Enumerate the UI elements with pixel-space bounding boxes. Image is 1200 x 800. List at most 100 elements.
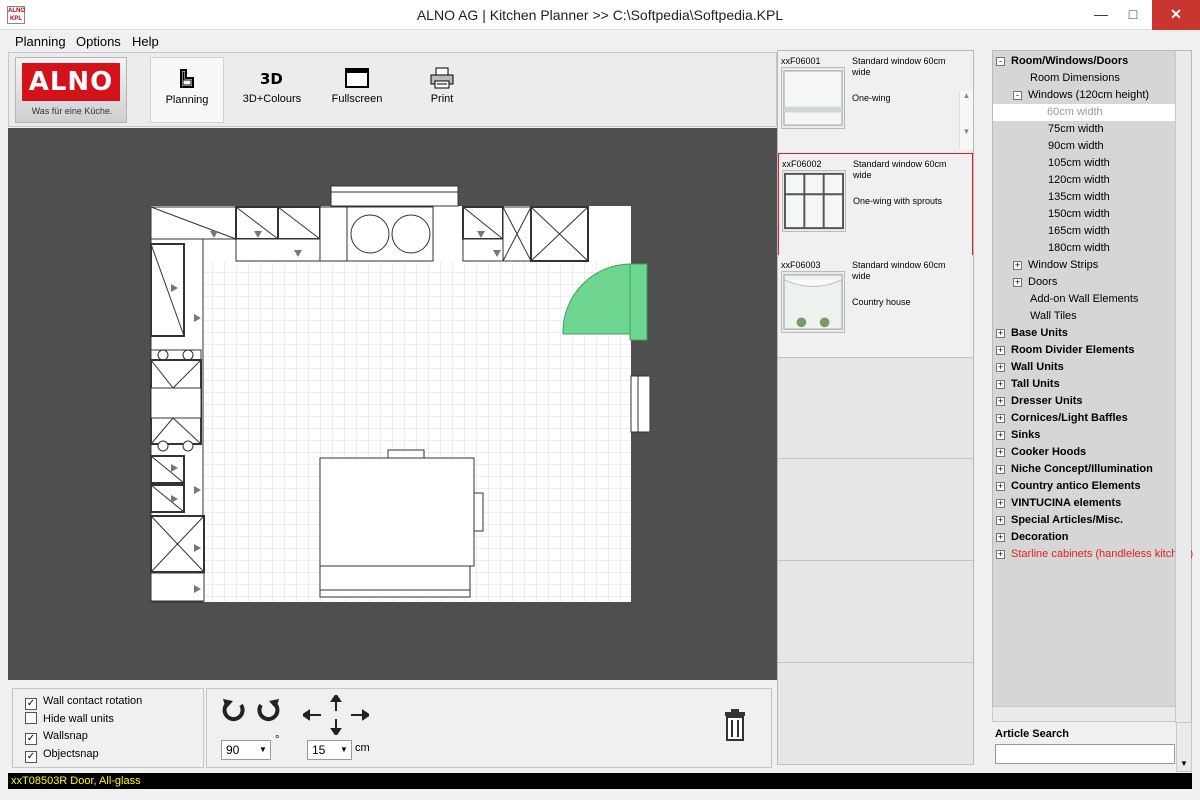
tree-item[interactable]: 165cm width bbox=[1031, 223, 1110, 240]
right-window[interactable] bbox=[630, 375, 651, 433]
expand-icon[interactable]: + bbox=[996, 329, 1005, 338]
collapse-icon[interactable]: - bbox=[996, 57, 1005, 66]
tree-item[interactable]: Add-on Wall Elements bbox=[1013, 291, 1138, 308]
tree-item[interactable]: 150cm width bbox=[1031, 206, 1110, 223]
close-button[interactable]: ✕ bbox=[1152, 0, 1200, 30]
tree-item[interactable]: + Country antico Elements bbox=[996, 478, 1141, 495]
checkbox-box[interactable]: ✓ bbox=[25, 733, 37, 745]
tree-item[interactable]: + Tall Units bbox=[996, 376, 1060, 393]
print-label: Print bbox=[430, 93, 454, 105]
tree-item-label: 180cm width bbox=[1048, 242, 1110, 254]
expand-icon[interactable]: + bbox=[996, 380, 1005, 389]
expand-icon[interactable]: + bbox=[996, 482, 1005, 491]
expand-icon[interactable]: + bbox=[1013, 278, 1022, 287]
3d-colours-button[interactable]: 3D 3D+Colours bbox=[235, 57, 309, 123]
expand-icon[interactable]: + bbox=[1013, 261, 1022, 270]
article-item[interactable]: xxF06003 Standard window 60cm wide Count… bbox=[778, 255, 973, 358]
tree-item[interactable]: + Room Divider Elements bbox=[996, 342, 1134, 359]
tree-item[interactable]: + Window Strips bbox=[1013, 257, 1098, 274]
expand-icon[interactable]: + bbox=[996, 448, 1005, 457]
wallsnap-checkbox[interactable]: ✓ Wallsnap bbox=[25, 729, 88, 745]
tree-item[interactable]: + Base Units bbox=[996, 325, 1068, 342]
tree-item[interactable]: + Wall Units bbox=[996, 359, 1064, 376]
hide-wall-units-checkbox[interactable]: Hide wall units bbox=[25, 712, 114, 728]
expand-icon[interactable]: + bbox=[996, 465, 1005, 474]
menu-help[interactable]: Help bbox=[132, 34, 159, 49]
tree-item[interactable]: 75cm width bbox=[1031, 121, 1104, 138]
planning-canvas[interactable] bbox=[8, 128, 777, 680]
maximize-button[interactable]: □ bbox=[1116, 0, 1150, 30]
kitchen-island[interactable] bbox=[319, 449, 484, 598]
article-list[interactable]: xxF06001 Standard window 60cm wide One-w… bbox=[777, 50, 974, 765]
tree-item-label: Base Units bbox=[1011, 327, 1068, 339]
expand-icon[interactable]: + bbox=[996, 431, 1005, 440]
top-window[interactable] bbox=[330, 185, 459, 207]
right-scrollbar[interactable]: ▼ bbox=[1176, 722, 1192, 772]
expand-icon[interactable]: + bbox=[996, 414, 1005, 423]
minimize-button[interactable]: — bbox=[1084, 0, 1118, 30]
collapse-icon[interactable]: - bbox=[1013, 91, 1022, 100]
tree-item[interactable]: + Decoration bbox=[996, 529, 1068, 546]
menu-options[interactable]: Options bbox=[76, 34, 121, 49]
article-item[interactable]: xxF06002 Standard window 60cm wide One-w… bbox=[778, 153, 973, 256]
category-tree[interactable]: - Room/Windows/Doors Room Dimensions - Windo… bbox=[992, 50, 1193, 723]
printer-icon bbox=[430, 67, 454, 89]
expand-icon[interactable]: + bbox=[996, 499, 1005, 508]
checkbox-box[interactable]: ✓ bbox=[25, 698, 37, 710]
menu-planning[interactable]: Planning bbox=[15, 34, 66, 49]
step-select[interactable]: 15 ▼ bbox=[307, 740, 352, 760]
tree-item[interactable]: + Cooker Hoods bbox=[996, 444, 1086, 461]
tree-item[interactable]: 90cm width bbox=[1031, 138, 1104, 155]
tree-item[interactable]: Wall Tiles bbox=[1013, 308, 1077, 325]
chevron-down-icon[interactable]: ▼ bbox=[337, 741, 351, 759]
tree-item[interactable]: 180cm width bbox=[1031, 240, 1110, 257]
tree-item[interactable]: + Niche Concept/Illumination bbox=[996, 461, 1153, 478]
tree-item[interactable]: + Starline cabinets (handleless kitchen) bbox=[996, 546, 1193, 563]
expand-icon[interactable]: + bbox=[996, 516, 1005, 525]
rotate-left-icon[interactable] bbox=[221, 697, 247, 723]
tree-horizontal-scrollbar[interactable] bbox=[992, 706, 1176, 722]
chevron-down-icon[interactable]: ▼ bbox=[256, 741, 270, 759]
checkbox-label: Hide wall units bbox=[43, 713, 114, 725]
tree-item[interactable]: - Room/Windows/Doors bbox=[996, 53, 1128, 70]
article-item[interactable]: xxF06001 Standard window 60cm wide One-w… bbox=[778, 51, 973, 154]
planning-button[interactable]: Planning bbox=[150, 57, 224, 123]
tree-item[interactable]: 135cm width bbox=[1031, 189, 1110, 206]
move-arrows-icon[interactable] bbox=[303, 695, 369, 735]
rotate-right-icon[interactable] bbox=[255, 697, 281, 723]
tree-item[interactable]: + Cornices/Light Baffles bbox=[996, 410, 1128, 427]
tree-scrollbar[interactable] bbox=[1175, 51, 1191, 723]
article-scrollbar[interactable]: ▲ ▼ bbox=[959, 91, 973, 149]
fullscreen-button[interactable]: Fullscreen bbox=[320, 57, 394, 123]
objectsnap-checkbox[interactable]: ✓ Objectsnap bbox=[25, 747, 99, 763]
trash-icon[interactable] bbox=[723, 709, 747, 741]
tree-item[interactable]: + Special Articles/Misc. bbox=[996, 512, 1123, 529]
checkbox-box[interactable]: ✓ bbox=[25, 751, 37, 763]
tree-item[interactable]: - Windows (120cm height) bbox=[1013, 87, 1149, 104]
expand-icon[interactable]: + bbox=[996, 397, 1005, 406]
print-button[interactable]: Print bbox=[405, 57, 479, 123]
expand-icon[interactable]: + bbox=[996, 363, 1005, 372]
tree-item[interactable]: + Doors bbox=[1013, 274, 1057, 291]
empty-article-slot bbox=[778, 561, 973, 663]
expand-icon[interactable]: + bbox=[996, 346, 1005, 355]
expand-icon[interactable]: + bbox=[996, 550, 1005, 559]
tree-item[interactable]: 120cm width bbox=[1031, 172, 1110, 189]
tree-item-label: Starline cabinets (handleless kitchen) bbox=[1011, 548, 1194, 560]
article-search-input[interactable] bbox=[995, 744, 1175, 764]
rotation-select[interactable]: 90 ▼ bbox=[221, 740, 271, 760]
tree-item[interactable]: Room Dimensions bbox=[1013, 70, 1120, 87]
expand-icon[interactable]: + bbox=[996, 533, 1005, 542]
logo-tagline: Was für eine Küche. bbox=[31, 106, 113, 116]
tree-item[interactable]: 105cm width bbox=[1031, 155, 1110, 172]
snap-options: ✓ Wall contact rotation Hide wall units ✓… bbox=[12, 688, 204, 768]
tree-item-label: Tall Units bbox=[1011, 378, 1060, 390]
logo-wordmark: ALNO bbox=[22, 63, 120, 101]
tree-item[interactable]: 60cm width bbox=[993, 104, 1175, 121]
tree-item[interactable]: + VINTUCINA elements bbox=[996, 495, 1121, 512]
wall-contact-rotation-checkbox[interactable]: ✓ Wall contact rotation bbox=[25, 694, 142, 710]
floor-plan[interactable] bbox=[8, 128, 777, 680]
checkbox-box[interactable] bbox=[25, 712, 37, 724]
tree-item[interactable]: + Sinks bbox=[996, 427, 1040, 444]
tree-item[interactable]: + Dresser Units bbox=[996, 393, 1083, 410]
